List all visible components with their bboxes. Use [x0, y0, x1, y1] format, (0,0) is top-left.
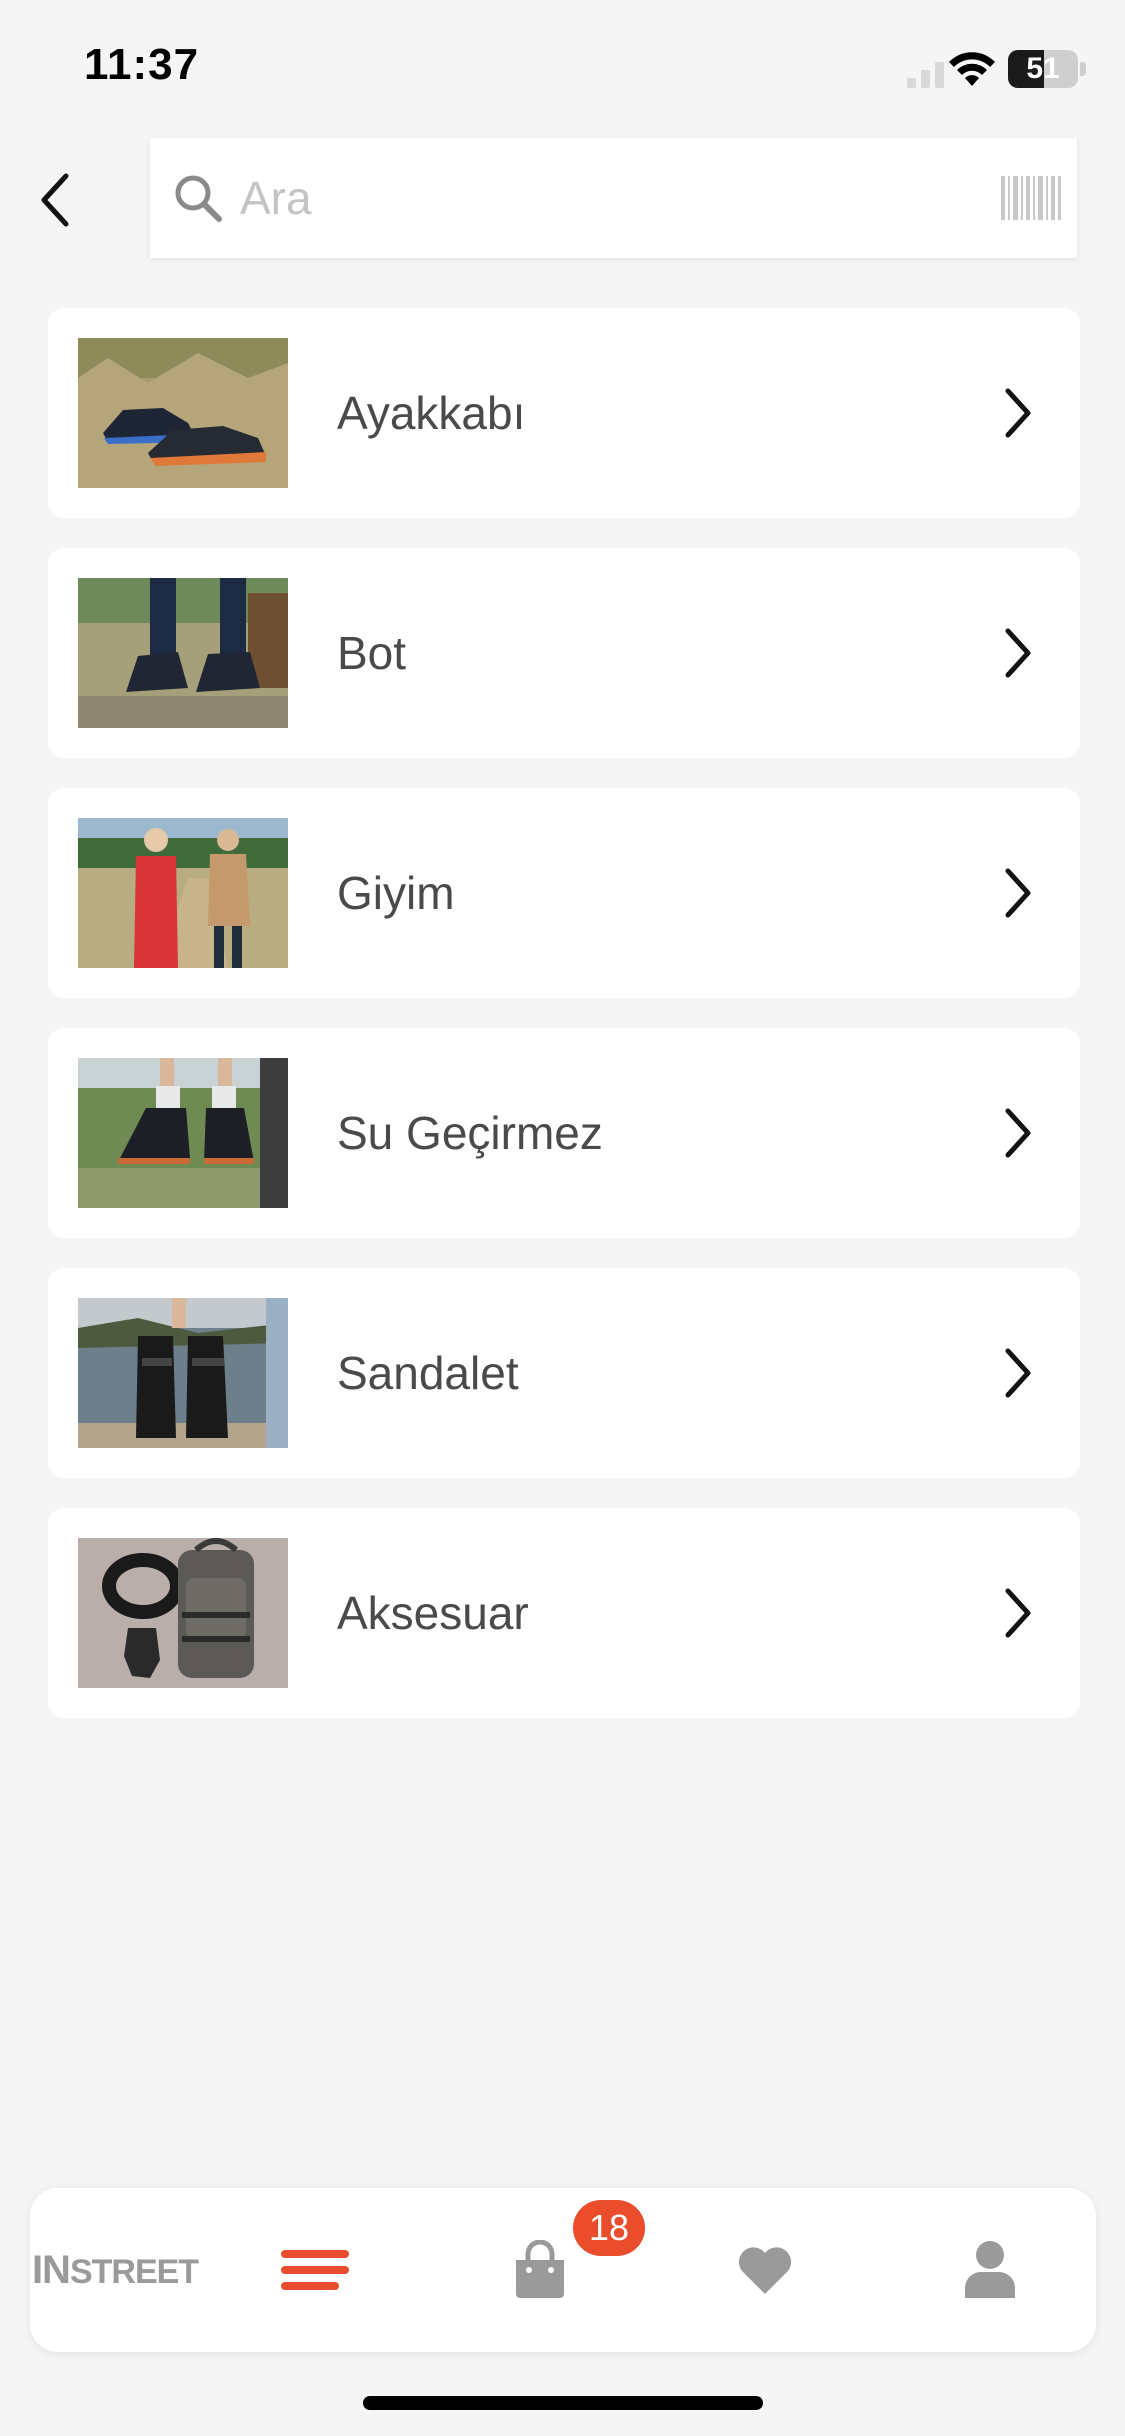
- category-label: Bot: [337, 627, 407, 679]
- wifi-icon: [949, 52, 995, 86]
- category-list: Ayakkabı Bot Giyim Su Geçirmez Sandalet …: [48, 308, 1080, 1748]
- battery-icon: 51: [1008, 50, 1086, 88]
- status-time: 11:37: [84, 40, 200, 89]
- category-label: Ayakkabı: [337, 387, 526, 439]
- category-thumbnail: [78, 1058, 288, 1208]
- category-thumbnail: [78, 578, 288, 728]
- category-label: Su Geçirmez: [337, 1107, 603, 1159]
- category-item-sandalet[interactable]: Sandalet: [48, 1268, 1080, 1478]
- category-item-aksesuar[interactable]: Aksesuar: [48, 1508, 1080, 1718]
- tab-home-logo[interactable]: INSTREET: [30, 2188, 200, 2352]
- chevron-right-icon: [1005, 1348, 1031, 1398]
- search-input[interactable]: [240, 158, 920, 238]
- chevron-right-icon: [1005, 868, 1031, 918]
- shopping-bag-icon: [516, 2240, 564, 2298]
- heart-icon: [738, 2247, 792, 2294]
- category-item-giyim[interactable]: Giyim: [48, 788, 1080, 998]
- category-label: Giyim: [337, 867, 455, 919]
- logo-part1: IN: [31, 2247, 71, 2292]
- category-item-bot[interactable]: Bot: [48, 548, 1080, 758]
- chevron-right-icon: [1005, 388, 1031, 438]
- screen: 11:37 51 Ara Ayakkabı Bot Giyim Su Geçir…: [0, 0, 1125, 2436]
- search-icon: [175, 175, 222, 222]
- menu-icon: [281, 2250, 349, 2290]
- back-button[interactable]: [16, 160, 96, 240]
- home-indicator: [363, 2396, 763, 2410]
- instreet-logo: INSTREET: [31, 2247, 199, 2293]
- chevron-right-icon: [1005, 1588, 1031, 1638]
- chevron-right-icon: [1005, 628, 1031, 678]
- tab-categories[interactable]: [255, 2188, 375, 2352]
- category-label: Aksesuar: [337, 1587, 529, 1639]
- search-bar[interactable]: [150, 138, 1077, 258]
- cart-badge: 18: [573, 2200, 645, 2256]
- category-item-su-gecirmez[interactable]: Su Geçirmez: [48, 1028, 1080, 1238]
- bottom-tab-bar: INSTREET 18: [30, 2188, 1096, 2352]
- battery-level: 51: [1026, 52, 1060, 85]
- category-thumbnail: [78, 818, 288, 968]
- tab-favorites[interactable]: [705, 2188, 825, 2352]
- category-thumbnail: [78, 1298, 288, 1448]
- tab-account[interactable]: [930, 2188, 1050, 2352]
- status-bar: 11:37 51: [0, 0, 1125, 130]
- logo-part2: STREET: [69, 2252, 199, 2291]
- category-thumbnail: [78, 338, 288, 488]
- category-label: Sandalet: [337, 1347, 519, 1399]
- chevron-right-icon: [1005, 1108, 1031, 1158]
- user-icon: [965, 2241, 1015, 2298]
- category-thumbnail: [78, 1538, 288, 1688]
- category-item-ayakkabi[interactable]: Ayakkabı: [48, 308, 1080, 518]
- barcode-icon[interactable]: [1001, 172, 1063, 224]
- chevron-left-icon: [41, 173, 69, 227]
